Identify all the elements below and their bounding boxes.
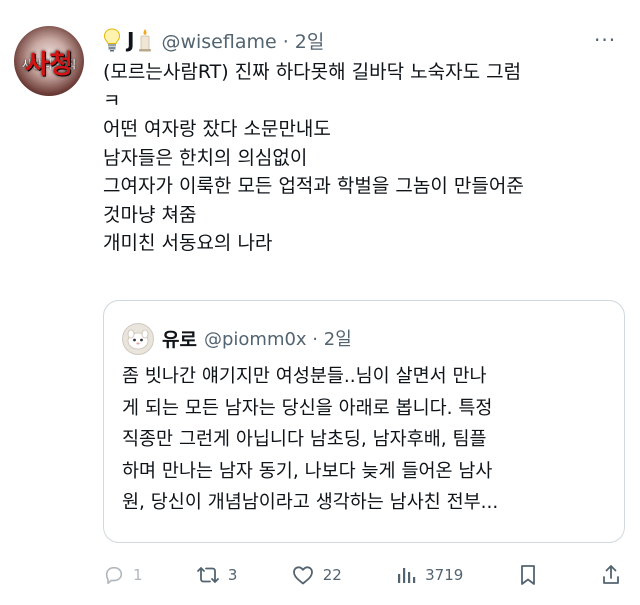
heart-icon [291,564,323,586]
retweet-button[interactable]: 3 [196,564,238,586]
quoted-text: 좀 빗나간 얘기지만 여성분들..님이 살면서 만나 게 되는 모든 남자는 당… [122,361,617,519]
like-button[interactable]: 22 [291,564,342,586]
quoted-line: 좀 빗나간 얘기지만 여성분들..님이 살면서 만나 [122,366,487,387]
quoted-tweet[interactable]: 유로 @piomm0x · 2일 좀 빗나간 얘기지만 여성분들..님이 살면서… [103,300,625,543]
tweet-line: 개미친 서동요의 나라 [103,232,273,254]
candle-icon [137,28,153,52]
quoted-line: 원, 당신이 개념남이라고 생각하는 남사친 전부... [122,492,499,513]
tweet-text: (모르는사람RT) 진짜 하다못해 길바닥 노숙자도 그럼 ㅋ 어떤 여자랑 잤… [103,58,633,258]
author-avatar[interactable]: 사랑의 조직 사청 [14,26,84,96]
action-bar: 1 3 22 3719 [103,560,630,590]
reply-count: 1 [133,566,143,584]
tweet-line: 어떤 여자랑 잤다 소문만내도 [103,118,331,140]
share-icon [600,563,630,587]
reply-icon [103,564,133,586]
retweet-count: 3 [227,566,238,584]
like-count: 22 [322,566,342,584]
quoted-header: 유로 @piomm0x · 2일 [162,323,352,353]
tweet-line: ㅋ [103,89,121,112]
more-dots-icon[interactable]: ··· [594,28,616,52]
tweet-line: (모르는사람RT) 진짜 하다못해 길바닥 노숙자도 그럼 [103,61,522,83]
quoted-line: 하며 만나는 남자 동기, 나보다 늦게 들어온 남사 [122,460,493,482]
bookmark-button[interactable] [517,563,547,587]
quoted-line: 직종만 그런게 아닙니다 남초딩, 남자후배, 팀플 [122,429,487,450]
handle-and-time[interactable]: @wiseflame · 2일 [161,27,324,54]
tweet-header: J @wiseflame · 2일 [103,26,324,54]
bookmark-icon [517,563,547,587]
share-button[interactable] [600,563,630,587]
views-button[interactable]: 3719 [395,564,463,586]
lightbulb-icon [103,28,121,52]
avatar-text: 사청 [25,50,73,80]
reply-button[interactable]: 1 [103,564,143,586]
views-icon [395,564,425,586]
tweet-line: 그여자가 이룩한 모든 업적과 학벌을 그놈이 만들어준 [103,175,524,197]
quoted-avatar[interactable] [122,323,154,355]
quoted-display-name[interactable]: 유로 [162,325,197,352]
retweet-icon [196,564,228,586]
view-count: 3719 [425,566,464,584]
quoted-line: 게 되는 모든 남자는 당신을 아래로 봅니다. 특정 [122,397,493,419]
display-name[interactable]: J [127,28,134,52]
quoted-handle-and-time[interactable]: @piomm0x · 2일 [204,325,352,351]
tweet-line: 것마냥 쳐줌 [103,203,197,226]
tweet-line: 남자들은 한치의 의심없이 [103,146,308,169]
